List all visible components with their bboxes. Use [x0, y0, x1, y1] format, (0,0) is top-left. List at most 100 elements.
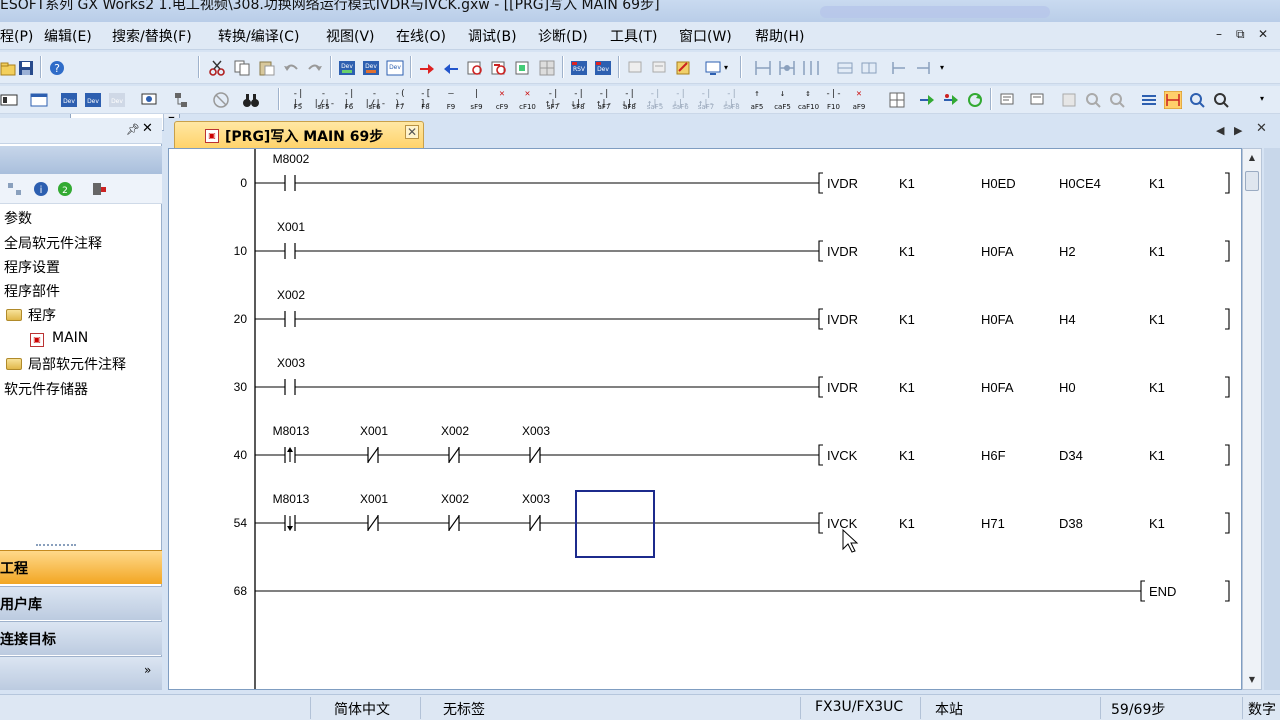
ladder-editor[interactable]: 0 M8002 IVDR K1 H0ED H0CE4 K1 10 X001 IVDR K1 H0FA H…	[168, 148, 1242, 690]
help-icon[interactable]: ?	[48, 59, 66, 77]
monitor-icon[interactable]	[490, 59, 508, 77]
ladder-insert-icon[interactable]	[754, 59, 772, 77]
tree-program-setting[interactable]: 程序设置	[4, 257, 60, 277]
menu-view[interactable]: 视图(V)	[326, 26, 375, 46]
tree-main[interactable]: MAIN	[52, 330, 88, 346]
rsv-plc-icon[interactable]: RSV	[570, 59, 588, 77]
cut-icon[interactable]	[208, 59, 226, 77]
tree-parameter[interactable]: 参数	[4, 208, 32, 228]
close-icon[interactable]: ✕	[405, 125, 419, 139]
settings-icon[interactable]	[90, 180, 108, 198]
tab-next-icon[interactable]: ▶	[1234, 124, 1242, 137]
close-icon[interactable]: ✕	[142, 121, 153, 136]
ladder-symbol-f7-button[interactable]: -( )- F7	[390, 89, 410, 111]
info-icon[interactable]: i	[32, 180, 50, 198]
ladder-symbol-saf7-button[interactable]: -|↑|- saF7	[696, 89, 716, 111]
ladder-symbol-af7-button[interactable]: -|↑|- aF7	[594, 89, 614, 111]
binoculars-icon[interactable]	[242, 91, 260, 109]
vertical-scrollbar[interactable]: ▲ ▼	[1242, 148, 1262, 690]
ladder-symbol-caf10-button[interactable]: ↕ caF10	[798, 89, 819, 111]
window-icon[interactable]	[30, 91, 48, 109]
cross-ref-icon[interactable]	[1140, 91, 1158, 109]
ladder-mode-icon[interactable]	[1164, 91, 1182, 109]
tree-program-parts[interactable]: 程序部件	[4, 281, 60, 301]
menu-debug[interactable]: 调试(B)	[468, 26, 517, 46]
statement-icon[interactable]	[650, 59, 668, 77]
ladder-delete-icon[interactable]	[778, 59, 796, 77]
ladder-symbol-cf9-button[interactable]: ✕ cF9	[492, 89, 512, 111]
close-icon[interactable]: ✕	[1256, 121, 1267, 136]
search-dev-icon[interactable]	[1084, 91, 1102, 109]
menu-online[interactable]: 在线(O)	[396, 26, 446, 46]
ladder-symbol-f10-button[interactable]: -|- F10	[824, 89, 844, 111]
plc-icon[interactable]	[0, 91, 18, 109]
ladder-symbol-af5-button[interactable]: ↑ aF5	[747, 89, 767, 111]
undo-icon[interactable]	[282, 59, 300, 77]
chevron-down-icon[interactable]: ▾	[940, 63, 944, 72]
search-plc-icon[interactable]	[1212, 91, 1230, 109]
tab-user-library[interactable]: 用户库	[0, 586, 162, 620]
write-to-plc-icon[interactable]	[418, 59, 436, 77]
dev-replace-icon[interactable]: Dev	[362, 59, 380, 77]
monitor-stop-icon[interactable]	[514, 59, 532, 77]
ladder-row-icon[interactable]	[836, 59, 854, 77]
dev-window-icon[interactable]: Dev	[60, 91, 78, 109]
ladder-symbol-sf9-button[interactable]: | sF9	[467, 89, 487, 111]
dev-batch-icon[interactable]: Dev	[84, 91, 102, 109]
tab-project[interactable]: 工程	[0, 550, 162, 584]
splitter-grip[interactable]	[36, 544, 76, 548]
menu-project[interactable]: 程(P)	[0, 26, 33, 46]
restore-button[interactable]: ⧉	[1236, 27, 1245, 42]
redo-icon[interactable]	[306, 59, 324, 77]
read-from-plc-icon[interactable]	[442, 59, 460, 77]
menu-window[interactable]: 窗口(W)	[679, 26, 732, 46]
compile-all-icon[interactable]	[942, 91, 960, 109]
tab-prg-main[interactable]: ▣ [PRG]写入 MAIN 69步 ✕	[174, 121, 424, 148]
ladder-symbol-sf6-button[interactable]: -|/|- sF6	[365, 89, 387, 111]
dev-list-icon[interactable]: Dev	[386, 59, 404, 77]
ladder-diagram[interactable]: 0 M8002 IVDR K1 H0ED H0CE4 K1 10 X001 IVDR K1 H0FA H…	[169, 149, 1242, 690]
ladder-column-icon[interactable]	[860, 59, 878, 77]
chevron-down-icon[interactable]: ▾	[724, 63, 728, 72]
monitor-watch-icon[interactable]	[140, 91, 158, 109]
tree-icon[interactable]	[6, 180, 24, 198]
menu-diagnostics[interactable]: 诊断(D)	[538, 26, 588, 46]
ladder-symbol-f6-button[interactable]: -| |- F6	[339, 89, 359, 111]
scroll-up-icon[interactable]: ▲	[1243, 149, 1261, 167]
open-icon[interactable]	[0, 59, 18, 77]
grid-view-icon[interactable]	[888, 91, 906, 109]
ladder-shift-icon[interactable]	[890, 59, 908, 77]
tree-local-device-comment[interactable]: 局部软元件注释	[28, 354, 126, 374]
scroll-thumb[interactable]	[1245, 171, 1259, 191]
memo-icon[interactable]	[1060, 91, 1078, 109]
menu-edit[interactable]: 编辑(E)	[44, 26, 92, 46]
ladder-symbol-saf8-button[interactable]: -|↓|- saF8	[722, 89, 742, 111]
save-icon[interactable]	[17, 59, 35, 77]
rebuild-icon[interactable]	[966, 91, 984, 109]
compile-icon[interactable]	[918, 91, 936, 109]
pin-icon[interactable]: 📌︎	[126, 123, 140, 136]
ladder-symbol-f5-button[interactable]: -| |- F5	[288, 89, 308, 111]
tree-global-device-comment[interactable]: 全局软元件注释	[4, 233, 102, 253]
display-icon[interactable]	[704, 59, 722, 77]
ladder-symbol-sf8-button[interactable]: -|↓|- sF8	[569, 89, 589, 111]
refresh-icon[interactable]: 2	[56, 180, 74, 198]
ban-icon[interactable]	[212, 91, 230, 109]
menu-search-replace[interactable]: 搜索/替换(F)	[112, 26, 192, 46]
tab-prev-icon[interactable]: ◀	[1216, 124, 1224, 137]
search-ins-icon[interactable]	[1108, 91, 1126, 109]
dev-search-icon[interactable]: Dev	[338, 59, 356, 77]
ladder-symbol-f8-button[interactable]: -[ ]- F8	[416, 89, 436, 111]
copy-icon[interactable]	[233, 59, 251, 77]
ladder-symbol-cf10-button[interactable]: ✕ cF10	[518, 89, 538, 111]
tree-program[interactable]: 程序	[28, 305, 56, 325]
close-button[interactable]: ✕	[1258, 27, 1268, 41]
scroll-down-icon[interactable]: ▼	[1243, 671, 1261, 689]
ladder-symbol-af9-button[interactable]: ✕ aF9	[849, 89, 869, 111]
verify-plc-icon[interactable]	[466, 59, 484, 77]
tab-connection-destination[interactable]: 连接目标	[0, 621, 162, 655]
comment-icon[interactable]	[626, 59, 644, 77]
more-icon[interactable]: »	[144, 663, 151, 677]
ladder-symbol-af8-button[interactable]: -|↓|- aF8	[620, 89, 640, 111]
paste-icon[interactable]	[258, 59, 276, 77]
